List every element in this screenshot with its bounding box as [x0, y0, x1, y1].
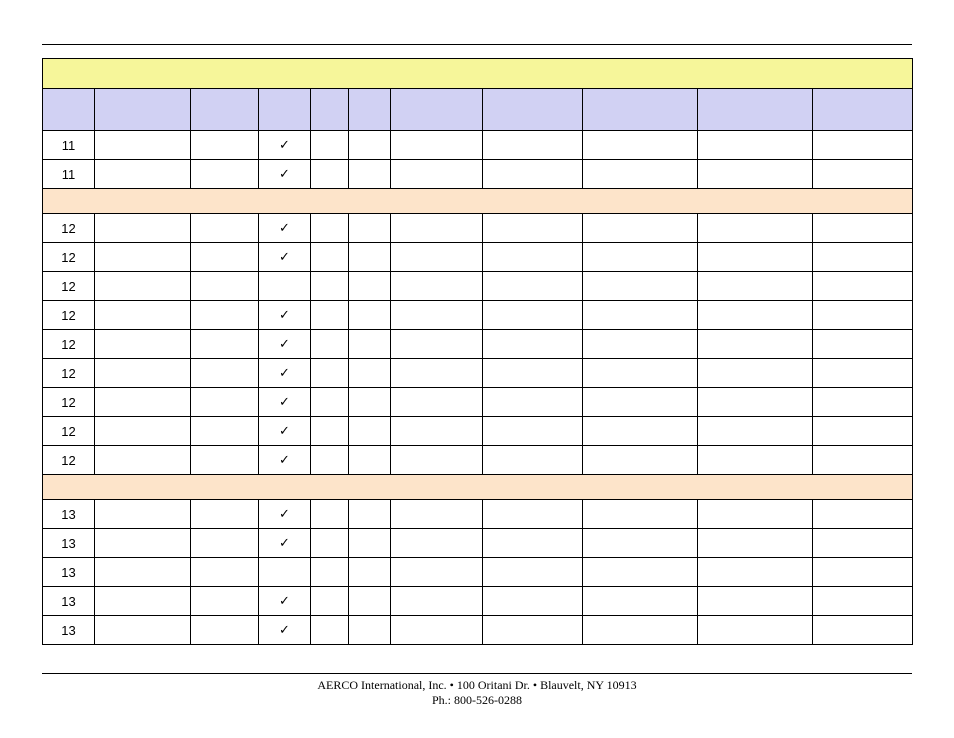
check-cell: ✓ [259, 330, 311, 359]
row-number: 11 [43, 160, 95, 189]
check-cell [259, 272, 311, 301]
check-cell: ✓ [259, 160, 311, 189]
footer-line-2: Ph.: 800-526-0288 [42, 693, 912, 708]
check-cell: ✓ [259, 359, 311, 388]
check-cell: ✓ [259, 243, 311, 272]
row-number: 11 [43, 131, 95, 160]
row-number: 13 [43, 587, 95, 616]
column-header [259, 89, 311, 131]
row-number: 12 [43, 359, 95, 388]
row-number: 12 [43, 214, 95, 243]
row-number: 12 [43, 388, 95, 417]
check-cell: ✓ [259, 500, 311, 529]
check-cell: ✓ [259, 301, 311, 330]
column-header [95, 89, 191, 131]
table-title [43, 59, 913, 89]
check-cell: ✓ [259, 529, 311, 558]
top-rule [42, 44, 912, 45]
check-cell: ✓ [259, 214, 311, 243]
section-separator [43, 475, 913, 500]
check-cell: ✓ [259, 417, 311, 446]
row-number: 12 [43, 330, 95, 359]
column-header [483, 89, 583, 131]
column-header [698, 89, 813, 131]
row-number: 12 [43, 446, 95, 475]
column-header [191, 89, 259, 131]
row-number: 13 [43, 500, 95, 529]
column-header [813, 89, 913, 131]
column-header [583, 89, 698, 131]
check-cell [259, 558, 311, 587]
row-number: 13 [43, 529, 95, 558]
row-number: 12 [43, 272, 95, 301]
column-header [43, 89, 95, 131]
row-number: 12 [43, 301, 95, 330]
column-header [311, 89, 349, 131]
page-footer: AERCO International, Inc. • 100 Oritani … [42, 673, 912, 708]
check-cell: ✓ [259, 446, 311, 475]
check-cell: ✓ [259, 616, 311, 645]
parts-table: 11✓11✓12✓12✓1212✓12✓12✓12✓12✓12✓13✓13✓13… [42, 58, 913, 645]
check-cell: ✓ [259, 587, 311, 616]
row-number: 13 [43, 616, 95, 645]
section-separator [43, 189, 913, 214]
footer-line-1: AERCO International, Inc. • 100 Oritani … [42, 678, 912, 693]
check-cell: ✓ [259, 131, 311, 160]
column-header [349, 89, 391, 131]
row-number: 12 [43, 243, 95, 272]
check-cell: ✓ [259, 388, 311, 417]
row-number: 13 [43, 558, 95, 587]
row-number: 12 [43, 417, 95, 446]
column-header [391, 89, 483, 131]
